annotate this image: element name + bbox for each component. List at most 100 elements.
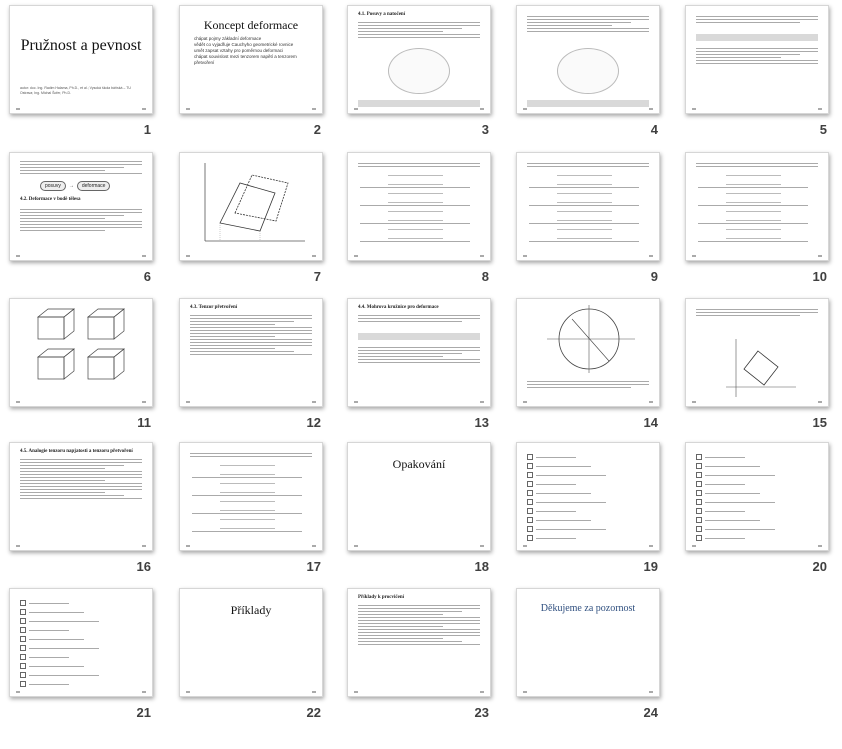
text-lines bbox=[696, 14, 818, 25]
slide-heading: 4.3. Tenzor přetvoření bbox=[190, 305, 238, 310]
equation bbox=[388, 229, 443, 239]
slide-number: 23 bbox=[474, 705, 489, 720]
text-line bbox=[698, 187, 808, 188]
flow-node: deformace bbox=[76, 181, 111, 191]
checkbox-icon bbox=[696, 481, 702, 487]
slide-footer bbox=[354, 108, 484, 110]
equation bbox=[726, 193, 781, 203]
quiz-option bbox=[20, 627, 142, 633]
slide-footer bbox=[523, 691, 653, 693]
slide-thumbnail-23[interactable]: Příklady k procvičení bbox=[347, 588, 491, 697]
slide-thumbnail-18[interactable]: Opakování bbox=[347, 442, 491, 551]
slide-number: 11 bbox=[137, 415, 151, 430]
slide-number: 15 bbox=[812, 415, 827, 430]
text-line bbox=[529, 241, 639, 242]
slide-thumbnail-10[interactable] bbox=[685, 152, 829, 261]
quiz-option bbox=[527, 499, 649, 505]
slide-number: 24 bbox=[643, 705, 658, 720]
checkbox-icon bbox=[20, 636, 26, 642]
slide-thumbnail-8[interactable] bbox=[347, 152, 491, 261]
text-line bbox=[360, 241, 470, 242]
equation bbox=[557, 211, 612, 221]
slide-thumbnail-1[interactable]: Pružnost a pevnost autor: doc. Ing. Radim… bbox=[9, 5, 153, 114]
slide-heading: 4.1. Posuvy a natočení bbox=[358, 12, 406, 17]
bullet-list: chápat pojmy základní deformace vědět co … bbox=[194, 36, 314, 66]
slide-number: 14 bbox=[643, 415, 658, 430]
slide-thumbnail-16[interactable]: 4.5. Analogie tenzoru napjatosti a tenzo… bbox=[9, 442, 153, 551]
checkbox-icon bbox=[527, 499, 533, 505]
checkbox-icon bbox=[696, 454, 702, 460]
text-line bbox=[192, 513, 302, 514]
slide-thumbnail-12[interactable]: 4.3. Tenzor přetvoření bbox=[179, 298, 323, 407]
slide-thumbnail-5[interactable] bbox=[685, 5, 829, 114]
slide-footer bbox=[16, 401, 146, 403]
quiz-option bbox=[20, 609, 142, 615]
text-lines bbox=[20, 207, 142, 233]
figure bbox=[557, 48, 619, 94]
slide-thumbnail-7[interactable] bbox=[179, 152, 323, 261]
flow-node: posuvy bbox=[40, 181, 66, 191]
quiz-option bbox=[527, 463, 649, 469]
slide-thumbnail-17[interactable] bbox=[179, 442, 323, 551]
slide-thumbnail-24[interactable]: Děkujeme za pozornost bbox=[516, 588, 660, 697]
highlight-box bbox=[358, 100, 480, 107]
quiz-option bbox=[696, 517, 818, 523]
slide-thumbnail-14[interactable] bbox=[516, 298, 660, 407]
checkbox-icon bbox=[20, 663, 26, 669]
slide-footer bbox=[692, 401, 822, 403]
quiz-option bbox=[20, 681, 142, 687]
slide-thumbnail-20[interactable] bbox=[685, 442, 829, 551]
slide-thumbnail-19[interactable] bbox=[516, 442, 660, 551]
slide-footer bbox=[354, 545, 484, 547]
checkbox-icon bbox=[20, 654, 26, 660]
checkbox-icon bbox=[20, 600, 26, 606]
equation bbox=[557, 229, 612, 239]
quiz-option bbox=[696, 508, 818, 514]
slide-thumbnail-6[interactable]: 4.2. Deformace v bodě tělesa posuvy → defor… bbox=[9, 152, 153, 261]
text-lines bbox=[527, 379, 649, 390]
arrow-icon: → bbox=[68, 183, 74, 189]
slide-footer bbox=[16, 691, 146, 693]
slide-number: 4 bbox=[650, 122, 658, 137]
slide-footer bbox=[186, 108, 316, 110]
slide-thumbnail-11[interactable] bbox=[9, 298, 153, 407]
slide-heading: 4.4. Mohrova kružnice pro deformace bbox=[358, 305, 439, 310]
slide-title: Opakování bbox=[392, 457, 446, 471]
quiz-option bbox=[20, 645, 142, 651]
slide-thumbnail-4[interactable] bbox=[516, 5, 660, 114]
slide-footer bbox=[16, 108, 146, 110]
text-line bbox=[698, 205, 808, 206]
quiz-option bbox=[20, 654, 142, 660]
slide-thumbnail-2[interactable]: Koncept deformace chápat pojmy základní d… bbox=[179, 5, 323, 114]
slide-thumbnail-9[interactable] bbox=[516, 152, 660, 261]
text-lines bbox=[358, 345, 480, 365]
equation bbox=[220, 483, 275, 493]
slide-footer bbox=[354, 691, 484, 693]
checkbox-icon bbox=[527, 508, 533, 514]
rotated-element-figure bbox=[726, 339, 796, 397]
slide-title: Děkujeme za pozornost bbox=[540, 603, 636, 614]
slide-footer bbox=[16, 545, 146, 547]
checkbox-icon bbox=[20, 672, 26, 678]
slide-footer bbox=[16, 255, 146, 257]
text-lines bbox=[696, 161, 818, 169]
text-line bbox=[192, 495, 302, 496]
slide-footer bbox=[523, 255, 653, 257]
slide-footer bbox=[186, 255, 316, 257]
slide-number: 21 bbox=[136, 705, 151, 720]
slide-thumbnail-21[interactable] bbox=[9, 588, 153, 697]
slide-thumbnail-22[interactable]: Příklady bbox=[179, 588, 323, 697]
slide-thumbnail-13[interactable]: 4.4. Mohrova kružnice pro deformace bbox=[347, 298, 491, 407]
equation bbox=[726, 175, 781, 185]
slide-thumbnail-15[interactable] bbox=[685, 298, 829, 407]
checkbox-icon bbox=[696, 499, 702, 505]
slide-title: Příklady bbox=[230, 603, 272, 617]
slide-number: 22 bbox=[306, 705, 321, 720]
slide-thumbnail-3[interactable]: 4.1. Posuvy a natočení bbox=[347, 5, 491, 114]
text-line bbox=[192, 477, 302, 478]
checkbox-icon bbox=[20, 627, 26, 633]
checkbox-icon bbox=[527, 481, 533, 487]
quiz-option bbox=[527, 535, 649, 541]
checkbox-icon bbox=[20, 681, 26, 687]
text-lines bbox=[527, 14, 649, 34]
